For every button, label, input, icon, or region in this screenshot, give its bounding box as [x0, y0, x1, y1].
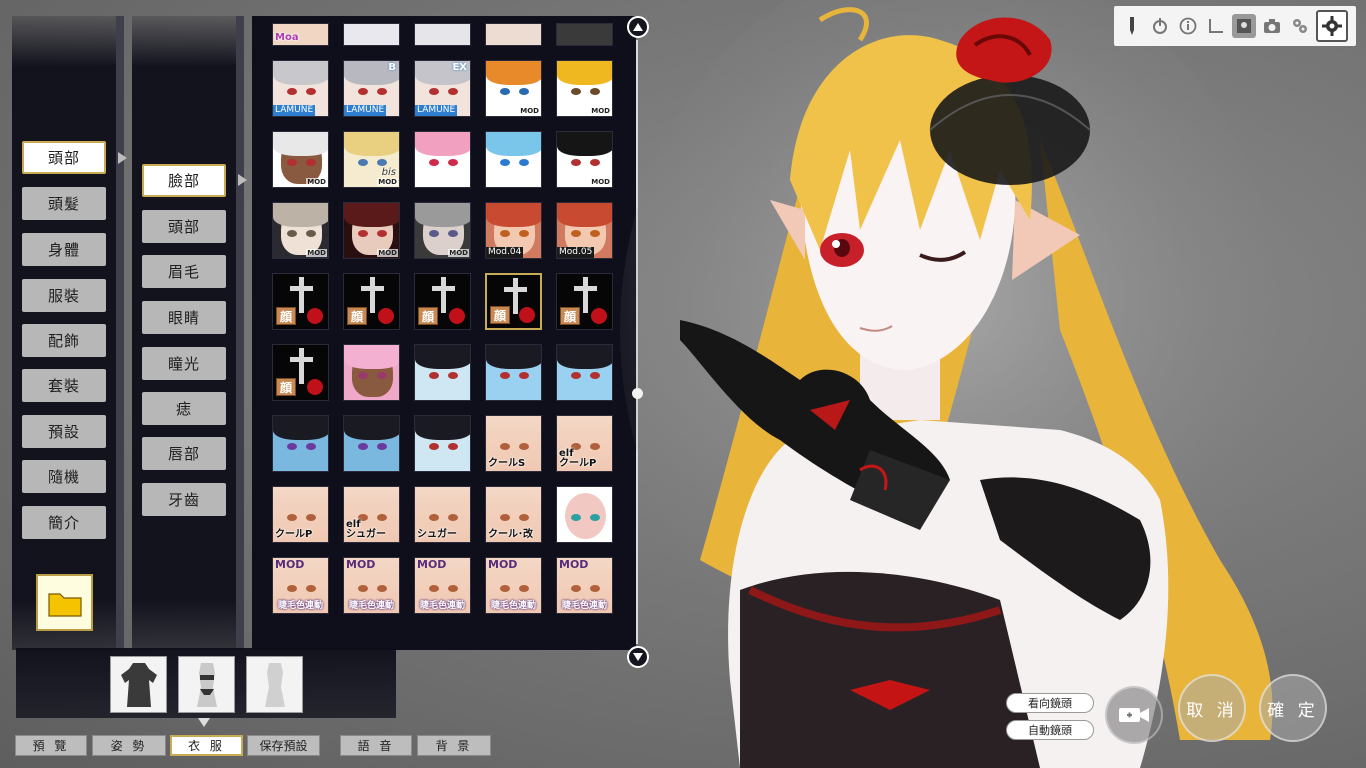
thumbnail[interactable]: クール･改	[485, 486, 542, 543]
clothing-underwear-button[interactable]	[178, 656, 235, 713]
info-icon[interactable]	[1176, 14, 1200, 38]
pen-icon[interactable]	[1120, 14, 1144, 38]
thumbnail[interactable]: シュガー	[414, 486, 471, 543]
sub-eyebrow-button[interactable]: 眉毛	[142, 255, 226, 288]
clothing-full-button[interactable]	[110, 656, 167, 713]
gears-icon[interactable]	[1288, 14, 1312, 38]
thumbnail[interactable]: クールP	[272, 486, 329, 543]
video-camera-button[interactable]	[1105, 686, 1163, 744]
tab-pose[interactable]: 姿 勢	[92, 735, 166, 756]
thumbnail[interactable]: 顔	[343, 273, 400, 330]
tab-background[interactable]: 背 景	[417, 735, 491, 756]
tab-preview[interactable]: 預 覽	[15, 735, 87, 756]
thumbnail[interactable]: MOD 睫毛色連動	[343, 557, 400, 614]
thumbnail[interactable]: EX LAMUNE	[414, 60, 471, 117]
power-icon[interactable]	[1148, 14, 1172, 38]
thumbnail[interactable]	[272, 415, 329, 472]
dress-icon	[120, 662, 157, 707]
thumbnail[interactable]: Moa	[272, 23, 329, 46]
camera-icon[interactable]	[1260, 14, 1284, 38]
category-random-button[interactable]: 隨機	[22, 460, 106, 493]
thumbnail[interactable]: bis MOD	[343, 131, 400, 188]
thumbnail[interactable]	[556, 486, 613, 543]
folder-icon	[47, 592, 82, 617]
thumbnail[interactable]: Mod.04	[485, 202, 542, 259]
open-folder-button[interactable]	[36, 574, 93, 631]
clothing-nude-button[interactable]	[246, 656, 303, 713]
character-viewport[interactable]	[620, 0, 1366, 768]
thumbnail[interactable]	[485, 23, 542, 46]
look-at-camera-button[interactable]: 看向鏡頭	[1006, 693, 1094, 713]
category-preset-button[interactable]: 預設	[22, 415, 106, 448]
scene-icon[interactable]	[1232, 14, 1256, 38]
thumbnail[interactable]: LAMUNE	[272, 60, 329, 117]
thumbnail[interactable]	[414, 23, 471, 46]
sub-mole-button[interactable]: 痣	[142, 392, 226, 425]
thumbnail[interactable]: 顔	[272, 273, 329, 330]
category-arrow-icon	[118, 152, 127, 164]
underwear-icon	[196, 662, 217, 707]
body-silhouette-icon	[264, 662, 285, 707]
category-outfit-button[interactable]: 套裝	[22, 369, 106, 402]
sub-eyes-button[interactable]: 眼睛	[142, 301, 226, 334]
thumbnail[interactable]: 顔	[414, 273, 471, 330]
thumbnail[interactable]: MOD	[343, 202, 400, 259]
video-camera-icon	[1119, 708, 1149, 722]
thumbnail[interactable]: MOD	[272, 202, 329, 259]
thumbnail[interactable]: 顔	[556, 273, 613, 330]
thumbnail[interactable]	[343, 23, 400, 46]
top-toolbar	[1114, 6, 1356, 46]
thumbnail[interactable]: MOD 睫毛色連動	[272, 557, 329, 614]
confirm-button[interactable]: 確 定	[1259, 674, 1327, 742]
sub-teeth-button[interactable]: 牙齒	[142, 483, 226, 516]
sub-pupil-highlight-button[interactable]: 瞳光	[142, 347, 226, 380]
thumbnail[interactable]: MOD 睫毛色連動	[556, 557, 613, 614]
thumbnail-selected[interactable]: 顔	[485, 273, 542, 330]
sub-lips-button[interactable]: 唇部	[142, 437, 226, 470]
pointer-icon	[198, 718, 210, 727]
tab-voice[interactable]: 語 音	[340, 735, 412, 756]
category-body-button[interactable]: 身體	[22, 233, 106, 266]
angle-icon[interactable]	[1204, 14, 1228, 38]
panel-divider	[116, 16, 124, 650]
thumbnail[interactable]	[414, 415, 471, 472]
thumbnail[interactable]	[485, 131, 542, 188]
thumbnail[interactable]: MOD	[414, 202, 471, 259]
sub-head-button[interactable]: 頭部	[142, 210, 226, 243]
thumbnail[interactable]: 顔	[272, 344, 329, 401]
thumbnail[interactable]: Mod.05	[556, 202, 613, 259]
category-head-button[interactable]: 頭部	[22, 141, 106, 174]
thumbnail[interactable]: MOD 睫毛色連動	[485, 557, 542, 614]
subcategory-arrow-icon	[238, 174, 247, 186]
thumbnail[interactable]	[343, 344, 400, 401]
tab-save-preset[interactable]: 保存預設	[247, 735, 320, 756]
sub-face-button[interactable]: 臉部	[142, 164, 226, 197]
thumbnail[interactable]	[556, 23, 613, 46]
thumbnail[interactable]: MOD 睫毛色連動	[414, 557, 471, 614]
thumbnail[interactable]	[485, 344, 542, 401]
thumbnail[interactable]: MOD	[556, 60, 613, 117]
category-accessory-button[interactable]: 配飾	[22, 324, 106, 357]
thumbnail[interactable]	[343, 415, 400, 472]
thumbnail[interactable]	[556, 344, 613, 401]
thumbnail[interactable]: クールS	[485, 415, 542, 472]
thumbnail[interactable]: elf シュガー	[343, 486, 400, 543]
cancel-button[interactable]: 取 消	[1178, 674, 1246, 742]
thumbnail[interactable]	[414, 131, 471, 188]
panel-divider	[236, 16, 244, 650]
face-thumbnail-grid: Moa LAMUNE B LAMUNE EX LAMUNE MOD MOD MO…	[272, 23, 620, 614]
thumbnail[interactable]	[414, 344, 471, 401]
thumbnail[interactable]: MOD	[485, 60, 542, 117]
tab-clothing[interactable]: 衣 服	[170, 735, 243, 756]
thumbnail[interactable]: B LAMUNE	[343, 60, 400, 117]
category-hair-button[interactable]: 頭髮	[22, 187, 106, 220]
auto-camera-button[interactable]: 自動鏡頭	[1006, 720, 1094, 740]
thumbnail[interactable]: elf クールP	[556, 415, 613, 472]
category-profile-button[interactable]: 簡介	[22, 506, 106, 539]
thumbnail[interactable]: MOD	[556, 131, 613, 188]
settings-icon[interactable]	[1316, 10, 1348, 42]
category-clothing-button[interactable]: 服裝	[22, 279, 106, 312]
thumbnail[interactable]: MOD	[272, 131, 329, 188]
